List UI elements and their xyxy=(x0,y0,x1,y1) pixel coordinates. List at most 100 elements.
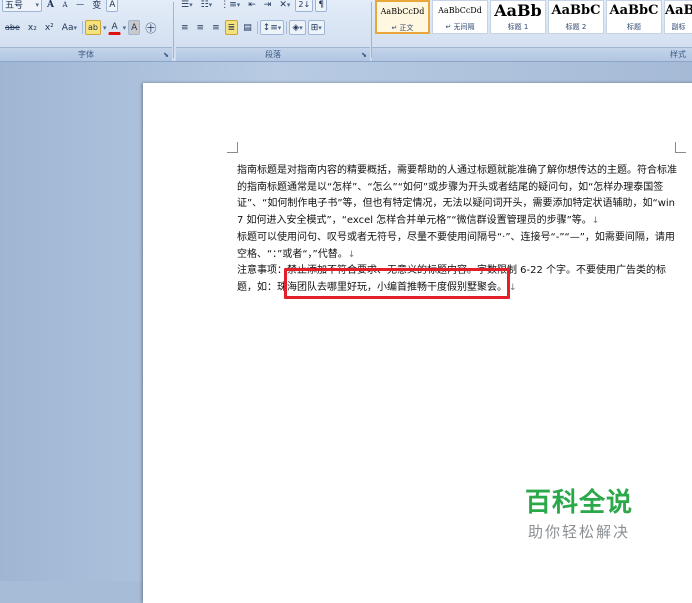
chinese-layout-icon: ✕ xyxy=(279,0,287,10)
justify-button[interactable]: ≣ xyxy=(224,20,239,35)
bullets-button[interactable]: ☰ ▾ xyxy=(178,0,196,12)
dialog-launcher-icon[interactable]: ⬊ xyxy=(163,51,169,59)
multilevel-list-icon: ⋮≡ xyxy=(220,0,237,10)
font-color-button[interactable]: A xyxy=(108,20,121,35)
style-name: ↵ 正文 xyxy=(391,24,414,32)
chevron-down-icon: ▾ xyxy=(318,23,322,32)
style-title[interactable]: AaBbC 标题 xyxy=(606,0,662,34)
font-group-label: 字体 xyxy=(0,47,172,61)
font-size-select[interactable]: 五号 ▾ xyxy=(2,0,42,12)
style-sample: AaBbCcDd xyxy=(438,6,482,15)
styles-group-title: 样式 xyxy=(670,50,686,59)
change-case-button[interactable]: Aa ▾ xyxy=(59,20,80,35)
style-sample: AaBbC xyxy=(551,3,601,18)
increase-indent-icon: ⇥ xyxy=(263,0,272,10)
chevron-down-icon[interactable]: ▾ xyxy=(123,24,127,32)
clear-format-button[interactable]: 变 xyxy=(89,0,104,12)
style-subtitle[interactable]: AaB 副标 xyxy=(664,0,692,34)
paragraph-text: 指南标题是对指南内容的精要概括，需要帮助的人通过标题就能准确了解你想传达的主题。… xyxy=(237,165,677,227)
style-heading-2[interactable]: AaBbC 标题 2 xyxy=(548,0,604,34)
font-group: 五号 ▾ A A ᅳ 变 A abe x₂ x² Aa ▾ ab ▾ A ▾ A ㊉… xyxy=(0,0,172,61)
border-grid-icon: ⊞ xyxy=(310,22,319,33)
paragraph-text: 注意事项： xyxy=(237,265,287,277)
justify-icon: ≣ xyxy=(227,22,236,33)
chevron-down-icon: ▾ xyxy=(236,0,241,9)
styles-group-label: 样式 xyxy=(372,47,692,61)
align-right-button[interactable]: ≡ xyxy=(209,20,223,35)
char-shading-button[interactable]: A xyxy=(128,20,141,35)
chevron-down-icon[interactable]: ▾ xyxy=(103,24,107,32)
increase-indent-button[interactable]: ⇥ xyxy=(261,0,275,12)
red-annotation-box xyxy=(284,268,510,299)
document-paragraph[interactable]: 标题可以使用问句、叹号或者无符号，尽量不要使用间隔号“·”、连接号“-”“—”，… xyxy=(237,230,681,263)
margin-corner-mark xyxy=(675,142,686,153)
font-group-title: 字体 xyxy=(78,50,94,59)
highlight-label: ab xyxy=(87,23,98,32)
chevron-down-icon: ▾ xyxy=(277,23,282,32)
margin-corner-mark xyxy=(227,142,238,153)
style-name: 标题 2 xyxy=(565,23,587,31)
styles-group: AaBbCcDd ↵ 正文 AaBbCcDd ↵ 无间隔 AaBb 标题 1 A… xyxy=(372,0,692,61)
text-highlight-button[interactable]: ab xyxy=(84,20,101,35)
superscript-button[interactable]: x² xyxy=(42,20,57,35)
paragraph-group-title: 段落 xyxy=(265,50,281,59)
paragraph-text: 标题可以使用问句、叹号或者无符号，尽量不要使用间隔号“·”、连接号“-”“—”，… xyxy=(237,231,675,260)
font-size-value: 五号 xyxy=(5,1,24,11)
enclose-char-button[interactable]: ㊉ xyxy=(142,20,159,35)
style-normal[interactable]: AaBbCcDd ↵ 正文 xyxy=(375,0,430,34)
paragraph-group: ☰ ▾ ☷ ▾ ⋮≡ ▾ ⇤ ⇥ ✕ ▾ 2↓ ¶ ≡ ≡ ≡ ≣ ▤ ↕≡ ▾ ◈ ▾ ⊞… xyxy=(176,0,370,61)
chinese-layout-button[interactable]: ✕ ▾ xyxy=(276,0,293,12)
phonetic-guide-button[interactable]: ᅳ xyxy=(73,0,87,12)
distributed-icon: ▤ xyxy=(243,22,252,33)
chevron-down-icon: ▾ xyxy=(299,23,303,32)
show-marks-button[interactable]: ¶ xyxy=(315,0,328,12)
paint-bucket-icon: ◈ xyxy=(292,22,300,33)
watermark: 百科全说 助你轻松解决 xyxy=(512,486,646,544)
sort-button[interactable]: 2↓ xyxy=(295,0,314,12)
paragraph-mark: ↓ xyxy=(591,216,600,227)
style-name: ↵ 无间隔 xyxy=(445,23,475,31)
grow-font-button[interactable]: A xyxy=(44,0,57,12)
subscript-button[interactable]: x₂ xyxy=(25,20,40,35)
style-sample: AaBb xyxy=(494,1,542,20)
chevron-down-icon: ▾ xyxy=(208,0,213,9)
align-center-button[interactable]: ≡ xyxy=(194,20,208,35)
watermark-subtitle: 助你轻松解决 xyxy=(527,523,630,541)
decrease-indent-icon: ⇤ xyxy=(248,0,256,10)
watermark-title: 百科全说 xyxy=(524,488,633,518)
divider xyxy=(81,21,83,34)
align-left-icon: ≡ xyxy=(181,22,189,33)
chevron-down-icon: ▾ xyxy=(286,0,291,9)
strikethrough-button[interactable]: abe xyxy=(2,20,23,35)
line-spacing-button[interactable]: ↕≡ ▾ xyxy=(259,20,285,35)
char-border-button[interactable]: A xyxy=(106,0,119,12)
shrink-font-button[interactable]: A xyxy=(59,0,71,12)
style-name: 标题 1 xyxy=(507,23,529,31)
line-spacing-icon: ↕≡ xyxy=(262,22,278,33)
paragraph-mark: ↓ xyxy=(509,282,517,293)
numbering-button[interactable]: ☷ ▾ xyxy=(198,0,216,12)
align-left-button[interactable]: ≡ xyxy=(178,20,192,35)
style-heading-1[interactable]: AaBb 标题 1 xyxy=(490,0,546,34)
change-case-label: Aa xyxy=(61,22,74,33)
distributed-button[interactable]: ▤ xyxy=(240,20,255,35)
multilevel-list-button[interactable]: ⋮≡ ▾ xyxy=(217,0,243,12)
divider xyxy=(286,21,288,34)
style-no-spacing[interactable]: AaBbCcDd ↵ 无间隔 xyxy=(432,0,488,34)
style-name: 副标 xyxy=(671,23,686,31)
strikethrough-label: abe xyxy=(5,23,20,32)
pilcrow-icon: ¶ xyxy=(318,0,325,10)
borders-button[interactable]: ⊞ ▾ xyxy=(307,20,325,35)
sort-label: 2↓ xyxy=(298,0,311,9)
align-right-icon: ≡ xyxy=(212,22,220,33)
document-paragraph[interactable]: 指南标题是对指南内容的精要概括，需要帮助的人通过标题就能准确了解你想传达的主题。… xyxy=(237,163,681,230)
ribbon: 五号 ▾ A A ᅳ 变 A abe x₂ x² Aa ▾ ab ▾ A ▾ A ㊉… xyxy=(0,0,692,62)
decrease-indent-button[interactable]: ⇤ xyxy=(245,0,259,12)
numbered-list-icon: ☷ xyxy=(200,0,209,10)
style-sample: AaBbCcDd xyxy=(380,7,425,16)
shading-button[interactable]: ◈ ▾ xyxy=(289,20,306,35)
divider xyxy=(173,2,174,58)
style-sample: AaBbC xyxy=(609,3,659,18)
style-name: 标题 xyxy=(627,23,641,31)
dialog-launcher-icon[interactable]: ⬊ xyxy=(361,51,367,59)
